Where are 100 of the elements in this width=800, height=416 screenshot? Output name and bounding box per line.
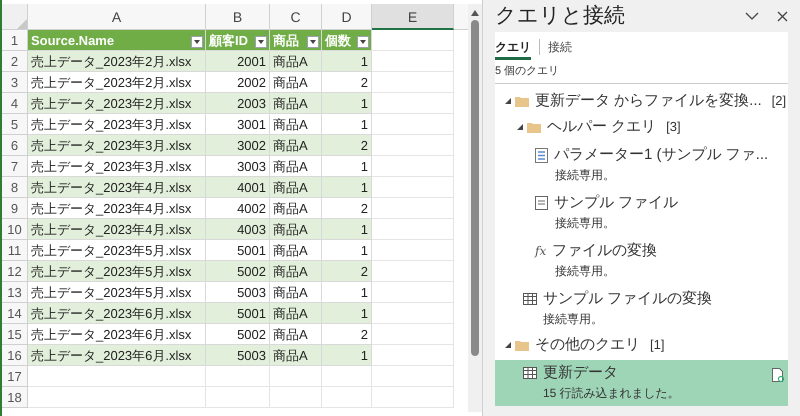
- query-count: [3]: [666, 118, 681, 136]
- row-number[interactable]: 8: [2, 177, 28, 198]
- filter-dropdown[interactable]: [255, 36, 267, 48]
- table-cell: 5002: [206, 261, 270, 282]
- query-name: サンプル ファイル: [554, 192, 678, 213]
- row-number[interactable]: 4: [2, 93, 28, 114]
- filter-dropdown[interactable]: [307, 36, 319, 48]
- close-icon[interactable]: [777, 10, 788, 22]
- table-cell: 4001: [206, 177, 270, 198]
- row-number[interactable]: 14: [2, 303, 28, 324]
- folder-icon: [515, 339, 529, 351]
- scrollbar-thumb[interactable]: [471, 20, 479, 356]
- row-number[interactable]: 2: [2, 51, 28, 72]
- column-header[interactable]: B: [206, 4, 270, 30]
- table-cell: 売上データ_2023年6月.xlsx: [28, 324, 206, 345]
- query-item[interactable]: パラメーター1 (サンプル ファ... 接続専用。: [495, 142, 788, 188]
- scroll-up-icon[interactable]: [471, 10, 479, 16]
- table-cell: 5002: [206, 324, 270, 345]
- query-count-label: 5 個のクエリ: [495, 64, 560, 80]
- table-cell: 1: [322, 345, 372, 366]
- folder-icon: [527, 121, 541, 133]
- expanded-arrow-icon[interactable]: [505, 342, 511, 348]
- table-cell: 売上データ_2023年4月.xlsx: [28, 219, 206, 240]
- tab[interactable]: 接続: [548, 34, 572, 60]
- table-cell: 商品A: [270, 93, 322, 114]
- query-item[interactable]: 更新データ 15 行読み込まれました。: [495, 360, 788, 406]
- folder-name[interactable]: その他のクエリ: [535, 334, 640, 356]
- caret-icon: [310, 40, 316, 44]
- query-item[interactable]: サンプル ファイル 接続専用。: [495, 190, 788, 236]
- panel-title: クエリと接続: [495, 3, 625, 30]
- table-cell: 4002: [206, 198, 270, 219]
- row-number[interactable]: 18: [2, 387, 28, 408]
- table-cell: 売上データ_2023年2月.xlsx: [28, 51, 206, 72]
- row-number[interactable]: 12: [2, 261, 28, 282]
- table-cell: 2: [322, 135, 372, 156]
- table-cell: 商品A: [270, 345, 322, 366]
- column-header[interactable]: E: [372, 4, 454, 30]
- table-cell: 2: [322, 198, 372, 219]
- expanded-arrow-icon[interactable]: [505, 98, 511, 104]
- row-number[interactable]: 16: [2, 345, 28, 366]
- table-cell: 売上データ_2023年6月.xlsx: [28, 303, 206, 324]
- filter-dropdown[interactable]: [191, 36, 203, 48]
- query-count: [2]: [772, 92, 786, 110]
- table-cell: 商品A: [270, 324, 322, 345]
- row-number[interactable]: 11: [2, 240, 28, 261]
- list-icon: [535, 196, 548, 210]
- table-cell: 1: [322, 303, 372, 324]
- query-status: 接続専用。: [555, 215, 616, 232]
- row-number[interactable]: 5: [2, 114, 28, 135]
- row-number[interactable]: 3: [2, 72, 28, 93]
- row-number[interactable]: 6: [2, 135, 28, 156]
- query-item[interactable]: サンプル ファイルの変換 接続専用。: [495, 286, 788, 332]
- table-cell: 5001: [206, 303, 270, 324]
- row-number[interactable]: 15: [2, 324, 28, 345]
- query-status: 接続専用。: [555, 167, 616, 184]
- table-cell: 売上データ_2023年6月.xlsx: [28, 345, 206, 366]
- row-number[interactable]: 1: [2, 30, 28, 51]
- table-cell: 2: [322, 261, 372, 282]
- parameter-icon: [535, 148, 548, 162]
- table-cell: 2003: [206, 93, 270, 114]
- corner-triangle-icon: [17, 19, 27, 29]
- query-status: 接続専用。: [555, 263, 616, 280]
- table-cell: 1: [322, 219, 372, 240]
- column-header[interactable]: A: [28, 4, 206, 30]
- column-header[interactable]: C: [270, 4, 322, 30]
- folder-name[interactable]: 更新データ からファイルを変換...: [535, 90, 762, 112]
- chevron-down-icon[interactable]: [745, 12, 759, 20]
- table-cell: 2001: [206, 51, 270, 72]
- table-cell: 売上データ_2023年3月.xlsx: [28, 156, 206, 177]
- table-cell: 1: [322, 93, 372, 114]
- filter-dropdown[interactable]: [357, 36, 369, 48]
- refresh-document-icon[interactable]: [772, 368, 784, 382]
- column-header[interactable]: D: [322, 4, 372, 30]
- vertical-scrollbar[interactable]: [468, 4, 482, 412]
- folder-name[interactable]: ヘルパー クエリ: [547, 116, 656, 138]
- tab[interactable]: クエリ: [495, 34, 531, 60]
- table-cell: 1: [322, 177, 372, 198]
- table-cell: 商品A: [270, 219, 322, 240]
- table-cell: 売上データ_2023年5月.xlsx: [28, 261, 206, 282]
- row-number[interactable]: 10: [2, 219, 28, 240]
- row-number[interactable]: 7: [2, 156, 28, 177]
- query-item[interactable]: fx ファイルの変換 接続専用。: [495, 238, 788, 284]
- row-number[interactable]: 17: [2, 366, 28, 387]
- table-icon: [523, 293, 537, 305]
- table-cell: 1: [322, 240, 372, 261]
- table-cell: 商品A: [270, 303, 322, 324]
- table-header-cell: 顧客ID: [206, 30, 270, 51]
- row-number[interactable]: 9: [2, 198, 28, 219]
- caret-icon: [258, 40, 264, 44]
- table-cell: 売上データ_2023年5月.xlsx: [28, 282, 206, 303]
- table-cell: 商品A: [270, 282, 322, 303]
- query-status: 接続専用。: [543, 311, 604, 328]
- table-cell: 商品A: [270, 72, 322, 93]
- table-icon: [523, 367, 537, 379]
- row-number[interactable]: 13: [2, 282, 28, 303]
- expanded-arrow-icon[interactable]: [517, 124, 523, 130]
- table-header-cell: Source.Name: [28, 30, 206, 51]
- table-cell: 売上データ_2023年4月.xlsx: [28, 198, 206, 219]
- table-cell: 5003: [206, 282, 270, 303]
- table-cell: 1: [322, 156, 372, 177]
